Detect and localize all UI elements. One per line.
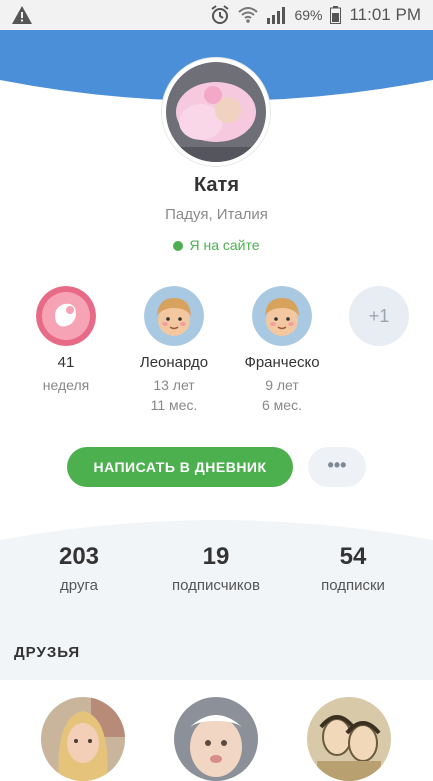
stat-number: 19 [202,543,230,570]
friends-section-title: ДРУЗЬЯ [14,644,81,661]
pregnancy-week-label: неделя [42,377,90,393]
pregnancy-item[interactable]: 41 неделя [11,286,121,395]
child-name: Леонардо [139,354,209,371]
child-name: Франческо [244,354,320,371]
pregnancy-week-number: 41 [57,354,75,371]
stat-label: друга [60,577,98,594]
child-age-months: 11 мес. [150,397,198,413]
friend-avatar[interactable] [307,697,391,781]
stat-number: 54 [339,543,367,570]
stat-number: 203 [58,543,100,570]
online-status: Я на сайте [0,237,433,253]
more-options-button[interactable]: ••• [308,447,366,487]
child-age: 9 лет 6 мес. [227,375,337,415]
signal-icon [267,7,286,24]
child-age-years: 13 лет [153,377,195,393]
profile-name: Катя [193,174,240,196]
pregnancy-icon [36,286,96,346]
friends-count[interactable]: 203 друга [9,543,149,594]
child-item-leonardo[interactable]: Леонардо 13 лет 11 мес. [119,286,229,415]
following-count[interactable]: 54 подписки [283,543,423,594]
followers-count[interactable]: 19 подписчиков [146,543,286,594]
boy-avatar-icon [144,286,204,346]
wifi-icon [238,7,259,23]
child-age-years: 9 лет [265,377,299,393]
warning-icon [12,6,32,24]
stat-label: подписки [321,577,385,594]
profile-location: Падуя, Италия [165,206,268,223]
battery-percent: 69% [294,7,323,23]
status-bar: 69% 11:01 PM [0,0,433,30]
boy-avatar-icon [252,286,312,346]
friend-avatar[interactable] [174,697,258,781]
battery-icon [330,6,342,24]
avatar-image [166,62,266,162]
child-age: 13 лет 11 мес. [119,375,229,415]
stat-label: подписчиков [172,577,260,594]
clock-time: 11:01 PM [349,5,421,24]
more-children-button[interactable]: +1 [349,286,409,346]
friend-avatar[interactable] [41,697,125,781]
write-diary-button[interactable]: НАПИСАТЬ В ДНЕВНИК [67,447,293,487]
child-item-francesco[interactable]: Франческо 9 лет 6 мес. [227,286,337,415]
online-status-label: Я на сайте [189,237,260,253]
child-age-months: 6 мес. [262,397,302,413]
profile-avatar[interactable] [162,58,270,166]
alarm-icon [211,5,230,24]
online-dot-icon [173,241,184,251]
